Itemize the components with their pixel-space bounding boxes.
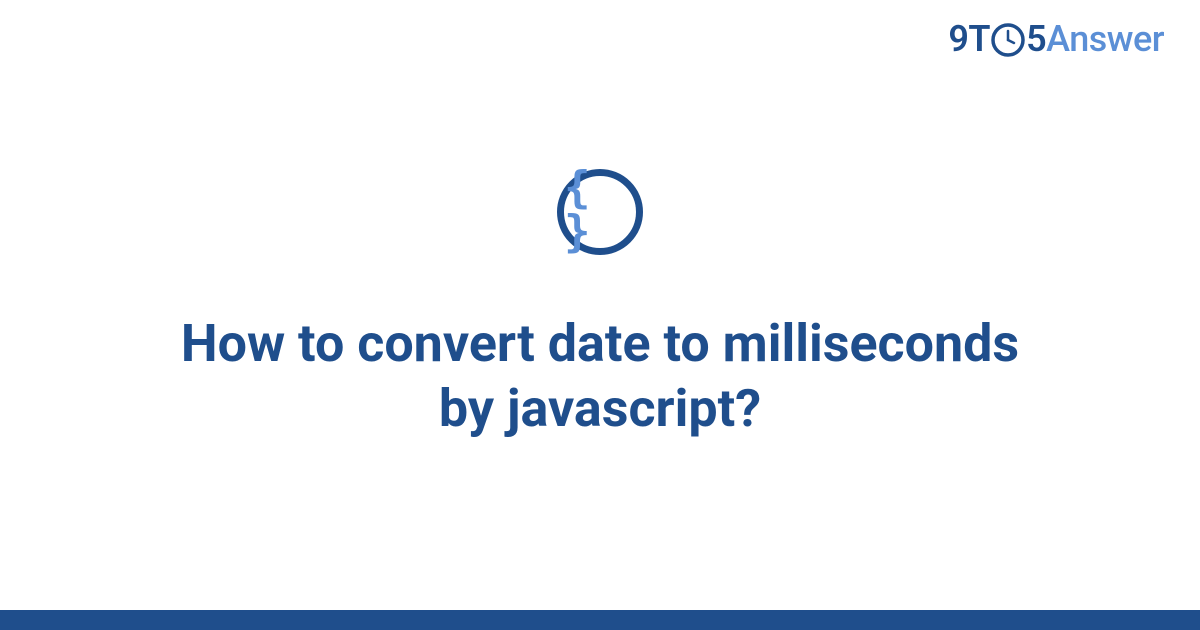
code-braces-icon: { } (564, 166, 636, 254)
topic-badge: { } (557, 169, 643, 255)
question-title: How to convert date to milliseconds by j… (160, 311, 1040, 441)
footer-bar (0, 610, 1200, 630)
main-content: { } How to convert date to milliseconds … (0, 0, 1200, 610)
